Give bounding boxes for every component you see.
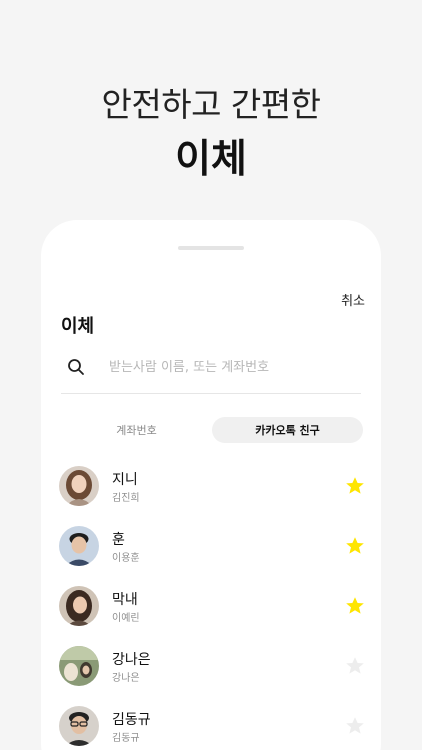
friend-name: 지니 <box>112 472 138 488</box>
friend-name: 막내 <box>112 592 138 608</box>
tab-account-number[interactable]: 계좌번호 <box>61 417 212 443</box>
cancel-button[interactable]: 취소 <box>341 290 365 309</box>
friend-row-2[interactable]: 훈 이용훈 <box>59 526 365 586</box>
friend-row-5[interactable]: 김동규 김동규 <box>59 706 365 750</box>
friend-row-3[interactable]: 막내 이예린 <box>59 586 365 646</box>
friend-list: 지니 김진희 훈 이용훈 막내 이예린 강나은 강나은 김동규 김동규 <box>59 466 365 750</box>
friend-name: 강나은 <box>112 652 151 668</box>
friend-row-1[interactable]: 지니 김진희 <box>59 466 365 526</box>
avatar <box>59 586 99 626</box>
search-bar <box>61 348 361 394</box>
avatar <box>59 466 99 506</box>
friend-name: 훈 <box>112 532 125 548</box>
friend-real-name: 이예린 <box>112 613 140 624</box>
avatar <box>59 706 99 746</box>
friend-real-name: 김진희 <box>112 493 140 504</box>
avatar <box>59 646 99 686</box>
tab-kakaotalk-friends[interactable]: 카카오톡 친구 <box>212 417 363 443</box>
friend-name: 김동규 <box>112 712 151 728</box>
star-icon[interactable] <box>345 716 365 736</box>
transfer-tabs: 계좌번호 카카오톡 친구 <box>61 417 363 443</box>
star-icon[interactable] <box>345 536 365 556</box>
avatar <box>59 526 99 566</box>
hero-title: 이체 <box>175 137 247 182</box>
drag-handle[interactable] <box>178 246 244 250</box>
friend-real-name: 강나은 <box>112 673 140 684</box>
modal-title: 이체 <box>61 316 95 337</box>
star-icon[interactable] <box>345 596 365 616</box>
search-icon <box>68 359 84 375</box>
search-input[interactable] <box>109 354 349 380</box>
star-icon[interactable] <box>345 476 365 496</box>
transfer-modal: 취소 이체 계좌번호 카카오톡 친구 지니 김진희 <box>41 220 381 750</box>
friend-row-4[interactable]: 강나은 강나은 <box>59 646 365 706</box>
friend-real-name: 김동규 <box>112 733 140 744</box>
hero-headline: 안전하고 간편한 <box>101 85 321 124</box>
friend-real-name: 이용훈 <box>112 553 140 564</box>
star-icon[interactable] <box>345 656 365 676</box>
